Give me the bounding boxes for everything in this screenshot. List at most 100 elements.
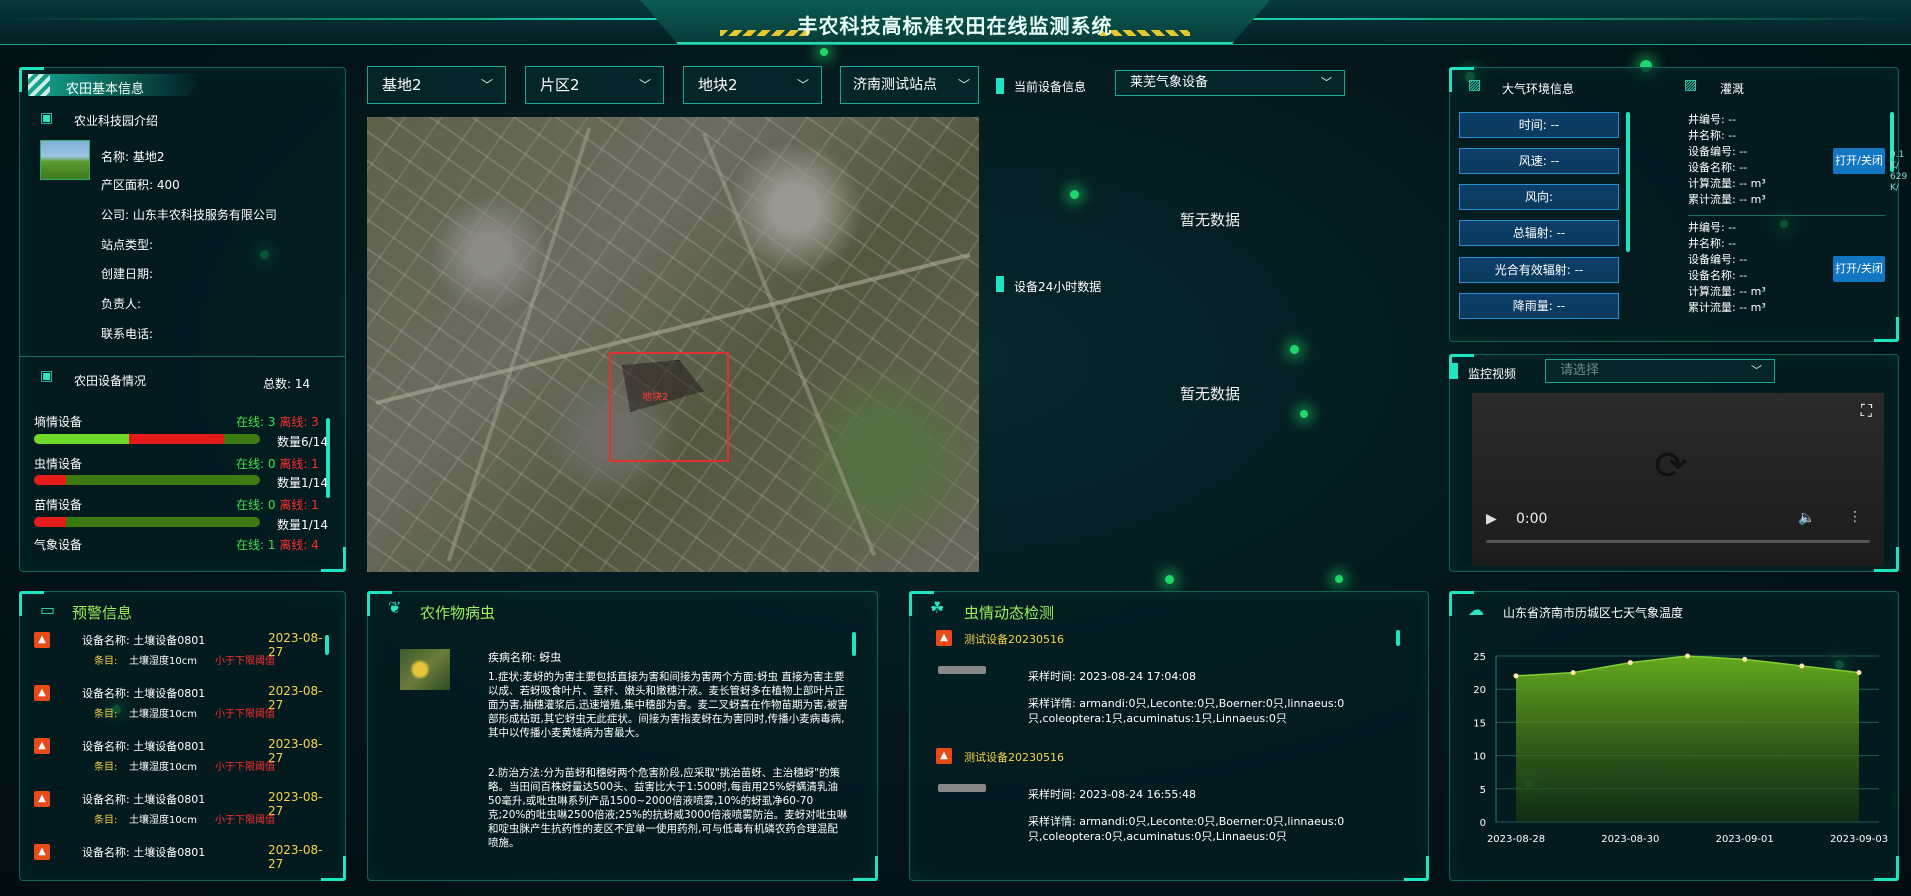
current-device-label: 当前设备信息 <box>1014 80 1087 94</box>
weather-chart: 0 5 10 15 20 25 2023-08-28 2023-08-30 2023-09-01… <box>1473 652 1888 845</box>
video-title: 监控视频 <box>1468 367 1517 381</box>
insect-detail-label: 采样详情: <box>1028 815 1076 828</box>
devices-title: 农田设备情况 <box>74 374 147 388</box>
insect-record[interactable]: ▲ 测试设备20230516 采样时间: 2023-08-24 17:04:08… <box>936 630 1396 740</box>
plot-select-value: 地块2 <box>698 76 738 94</box>
warning-date: 2023-08-27 <box>268 790 323 818</box>
chart-xtick: 2023-09-03 <box>1830 834 1888 845</box>
warning-icon: ▲ <box>34 791 50 807</box>
insect-title: 虫情动态检测 <box>964 604 1055 622</box>
warning-icon: ▲ <box>34 844 50 860</box>
station-select[interactable]: 济南测试站点 ﹀ <box>840 66 979 104</box>
insect-time-label: 采样时间: <box>1028 670 1076 683</box>
toggle-button[interactable]: 打开/关闭 <box>1833 148 1885 174</box>
warning-device-name: 土壤设备0801 <box>133 793 206 806</box>
device-online: 在线: 0 <box>236 457 276 471</box>
plot-label: 地块2 <box>642 392 669 403</box>
pest-photo <box>400 649 450 690</box>
farm-info-panel: 农田基本信息 ▣ 农业科技园介绍 名称: 基地2 产区面积: 400 公司: 山… <box>19 67 346 572</box>
device-bar-offline <box>34 517 66 527</box>
play-icon[interactable]: ▶ <box>1486 511 1497 527</box>
atmosphere-list: 时间: -- 风速: -- 风向: 总辐射: -- 光合有效辐射: -- 降雨量… <box>1459 112 1621 337</box>
insect-thumb <box>938 666 986 674</box>
chart-point <box>1513 673 1519 679</box>
insect-device: 测试设备20230516 <box>964 633 1064 646</box>
plant-icon: ❦ <box>388 598 402 617</box>
total-flow: 累计流量: -- m³ <box>1688 193 1766 206</box>
insect-thumb <box>938 784 986 792</box>
farm-area: 400 <box>156 178 180 192</box>
chart-ytick: 5 <box>1480 785 1486 796</box>
atmosphere-item: 总辐射: -- <box>1459 220 1619 246</box>
weather-title: 山东省济南市历城区七天气象温度 <box>1503 606 1684 620</box>
farm-date-label: 创建日期: <box>101 267 154 281</box>
farm-intro-label: 农业科技园介绍 <box>74 114 159 128</box>
insect-device-icon: ▲ <box>936 748 952 764</box>
warning-date: 2023-08-27 <box>268 631 323 659</box>
atmosphere-scrollbar[interactable] <box>1626 112 1630 252</box>
chart-area <box>1516 656 1859 822</box>
farm-area-label: 产区面积: <box>101 178 154 192</box>
side-value-1: 9.1 <box>1890 150 1905 160</box>
well-no: 井编号: -- <box>1688 221 1737 234</box>
chevron-down-icon: ﹀ <box>957 78 970 92</box>
more-icon[interactable]: ⋮ <box>1848 509 1862 525</box>
chart-ytick: 25 <box>1473 652 1486 663</box>
atmosphere-item: 风向: <box>1459 184 1619 210</box>
insect-device-icon: ▲ <box>936 630 952 646</box>
warnings-title: 预警信息 <box>72 604 133 622</box>
plot-select[interactable]: 地块2 ﹀ <box>683 66 822 104</box>
warning-status: 小于下限阈值 <box>215 762 275 773</box>
warning-item[interactable]: ▲ 设备名称: 土壤设备0801 2023-08-27 <box>34 842 324 888</box>
farm-photo <box>40 140 90 180</box>
atmosphere-title: 大气环境信息 <box>1502 82 1575 96</box>
device-no: 设备编号: -- <box>1688 145 1748 158</box>
calc-flow: 计算流量: -- m³ <box>1688 177 1766 190</box>
chevron-down-icon: ﹀ <box>1751 364 1762 377</box>
current-device-select[interactable]: 莱芜气象设备 ﹀ <box>1115 70 1345 96</box>
device-name: 墒情设备 <box>34 415 83 429</box>
warnings-scrollbar[interactable] <box>325 635 329 655</box>
camera-select-placeholder: 请选择 <box>1560 363 1600 378</box>
warning-item[interactable]: ▲ 设备名称: 土壤设备0801 2023-08-27 条目: 土壤湿度10cm… <box>34 683 324 729</box>
insect-record[interactable]: ▲ 测试设备20230516 采样时间: 2023-08-24 16:55:48… <box>936 748 1396 858</box>
farm-info-title: 农田基本信息 <box>66 82 145 97</box>
fullscreen-icon[interactable]: ⛶ <box>1861 401 1872 421</box>
satellite-map[interactable]: 地块2 <box>367 117 979 572</box>
video-time: 0:00 <box>1516 511 1548 527</box>
farm-name: 基地2 <box>132 150 165 164</box>
weather-panel: ☁ 山东省济南市历城区七天气象温度 0 5 10 15 20 25 2023-08-28 20… <box>1449 591 1899 881</box>
device-no: 设备编号: -- <box>1688 253 1748 266</box>
warning-item[interactable]: ▲ 设备名称: 土壤设备0801 2023-08-27 条目: 土壤湿度10cm… <box>34 789 324 835</box>
chart-point <box>1799 663 1805 669</box>
irrigation-list: 井编号: -- 井名称: -- 设备编号: -- 设备名称: -- 计算流量: … <box>1688 112 1885 337</box>
base-select[interactable]: 基地2 ﹀ <box>367 66 506 104</box>
side-value-2: 629 <box>1890 172 1908 182</box>
device-offline: 离线: 1 <box>279 457 319 471</box>
camera-select[interactable]: 请选择 ﹀ <box>1545 359 1775 383</box>
irrigation-title: 灌溉 <box>1720 82 1745 96</box>
insect-icon: ☘ <box>930 598 945 617</box>
warnings-panel: ▭ 预警信息 ▲ 设备名称: 土壤设备0801 2023-08-27 条目: 土… <box>19 591 346 881</box>
warning-device-name: 土壤设备0801 <box>133 740 206 753</box>
device-offline: 离线: 1 <box>279 498 319 512</box>
atmosphere-item: 光合有效辐射: -- <box>1459 257 1619 283</box>
insect-detail: armandi:0只,Leconte:0只,Boerner:0只,linnaeu… <box>1028 697 1345 725</box>
device-name: 设备名称: -- <box>1688 161 1748 174</box>
warning-item[interactable]: ▲ 设备名称: 土壤设备0801 2023-08-27 条目: 土壤湿度10cm… <box>34 630 324 676</box>
volume-icon[interactable]: 🔈 <box>1798 510 1815 526</box>
toggle-button[interactable]: 打开/关闭 <box>1833 256 1885 282</box>
zone-select[interactable]: 片区2 ﹀ <box>525 66 664 104</box>
atmosphere-item: 降雨量: -- <box>1459 293 1619 319</box>
device-offline: 离线: 4 <box>279 538 319 552</box>
device-offline: 离线: 3 <box>279 415 319 429</box>
warning-item: 土壤湿度10cm <box>129 815 197 826</box>
video-progress[interactable] <box>1486 540 1870 543</box>
insect-scrollbar[interactable] <box>1396 630 1400 646</box>
video-panel: 监控视频 请选择 ﹀ ⛶ ⟳ ▶ 0:00 🔈 ⋮ <box>1449 354 1899 572</box>
pest-scrollbar[interactable] <box>852 632 856 656</box>
device-name: 虫情设备 <box>34 457 83 471</box>
farm-name-label: 名称: <box>101 150 130 164</box>
warning-item[interactable]: ▲ 设备名称: 土壤设备0801 2023-08-27 条目: 土壤湿度10cm… <box>34 736 324 782</box>
video-player[interactable]: ⛶ ⟳ ▶ 0:00 🔈 ⋮ <box>1472 393 1884 566</box>
